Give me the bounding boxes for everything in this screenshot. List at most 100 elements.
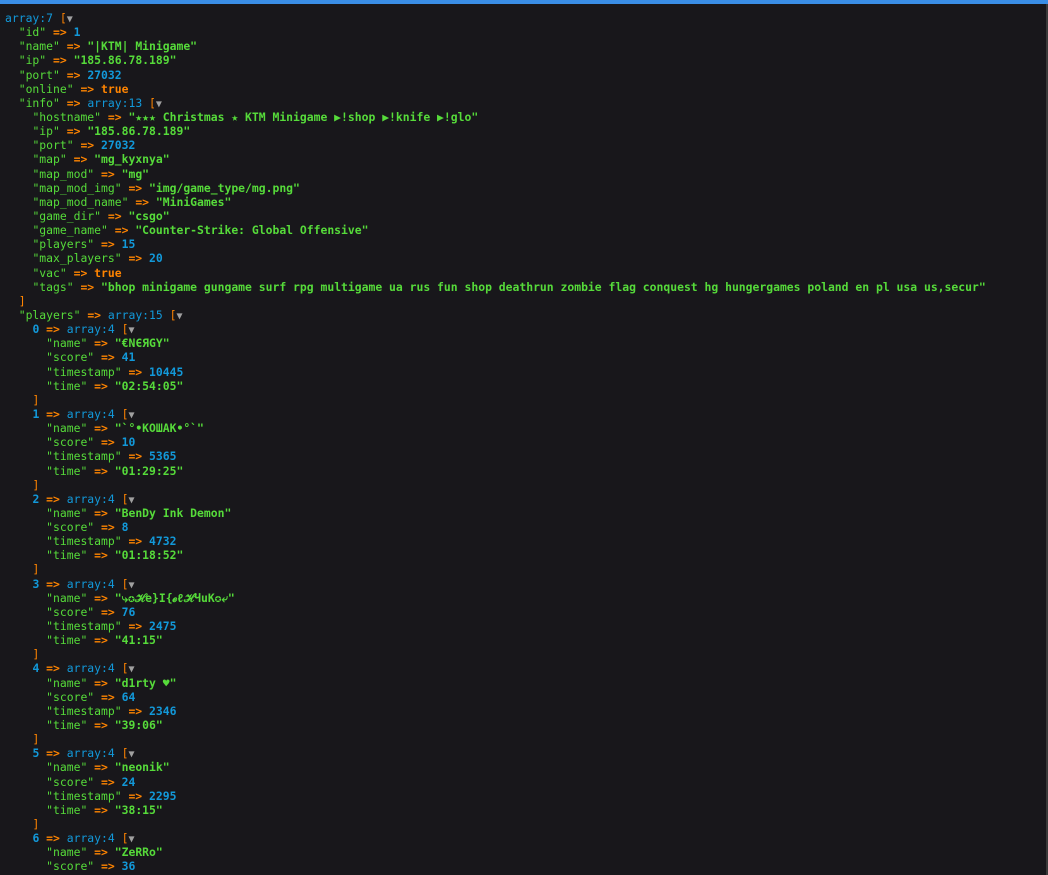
dump-key: "time" bbox=[46, 718, 88, 733]
collapse-toggle-icon[interactable]: ▼ bbox=[128, 749, 134, 760]
dump-key: "time" bbox=[46, 378, 88, 393]
array-type-label: array:15 bbox=[107, 307, 163, 322]
dump-value: 76 bbox=[121, 604, 136, 619]
player-field: "score" => 8 bbox=[5, 520, 1043, 534]
dump-arrow: => bbox=[94, 845, 108, 860]
dump-arrow: => bbox=[94, 463, 108, 478]
player-field: "name" => "€NЄЯGY" bbox=[5, 336, 1043, 350]
dump-key: "timestamp" bbox=[46, 534, 122, 549]
dump-key: "players" bbox=[18, 307, 81, 322]
dump-arrow: => bbox=[101, 350, 115, 365]
dump-row: "ip" => "185.86.78.189" bbox=[5, 124, 1043, 138]
dump-value: 4732 bbox=[149, 534, 177, 549]
dump-row: "game_dir" => "csgo" bbox=[5, 209, 1043, 223]
dump-value: "img/game_type/mg.png" bbox=[149, 180, 300, 195]
dump-key: "name" bbox=[46, 336, 88, 351]
dump-key: "map_mod" bbox=[32, 166, 95, 181]
collapse-toggle-icon[interactable]: ▼ bbox=[128, 325, 134, 336]
dump-key: "score" bbox=[46, 604, 95, 619]
dump-value: 64 bbox=[121, 689, 136, 704]
dump-arrow: => bbox=[73, 265, 88, 280]
close-bracket: ] bbox=[18, 293, 26, 308]
close-bracket: ] bbox=[32, 647, 40, 662]
close-bracket-line: ] bbox=[5, 732, 1043, 746]
dump-key: "map" bbox=[32, 152, 67, 167]
dump-key: "name" bbox=[46, 675, 88, 690]
dump-row: "name" => "|KTM| Minigame" bbox=[5, 39, 1043, 53]
player-field: "score" => 64 bbox=[5, 690, 1043, 704]
dump-arrow: => bbox=[80, 279, 95, 294]
open-bracket: [ bbox=[149, 95, 156, 110]
dump-row: "max_players" => 20 bbox=[5, 251, 1043, 265]
dump-row: "hostname" => "★★★ Christmas ★ KTM Minig… bbox=[5, 110, 1043, 124]
dump-row: "map_mod" => "mg" bbox=[5, 167, 1043, 181]
collapse-toggle-icon[interactable]: ▼ bbox=[128, 495, 134, 506]
dump-arrow: => bbox=[66, 39, 81, 54]
dump-arrow: => bbox=[46, 746, 60, 761]
dump-key: "name" bbox=[18, 39, 60, 54]
array-type-label: array:4 bbox=[66, 406, 115, 421]
player-entry: 3 => array:4 [▼ bbox=[5, 577, 1043, 591]
collapse-toggle-icon[interactable]: ▼ bbox=[67, 14, 73, 25]
dump-value: "38:15" bbox=[114, 802, 163, 817]
dump-arrow: => bbox=[107, 208, 122, 223]
dump-arrow: => bbox=[94, 505, 108, 520]
player-field: "timestamp" => 2475 bbox=[5, 619, 1043, 633]
dump-key: "timestamp" bbox=[46, 788, 122, 803]
var-dump-tree: array:7 [▼ "id" => 1 "name" => "|KTM| Mi… bbox=[5, 11, 1043, 874]
dump-value: "ZeRRo" bbox=[114, 845, 163, 860]
dump-key: "hostname" bbox=[32, 109, 102, 124]
dump-value: 41 bbox=[121, 350, 136, 365]
dump-arrow: => bbox=[101, 520, 115, 535]
dump-key: "score" bbox=[46, 350, 95, 365]
dump-value: "★★★ Christmas ★ KTM Minigame ▶!shop ▶!k… bbox=[128, 109, 479, 124]
dump-key: "ip" bbox=[32, 124, 60, 139]
dump-key: "name" bbox=[46, 505, 88, 520]
dump-arrow: => bbox=[114, 223, 129, 238]
dump-key: "score" bbox=[46, 859, 95, 874]
player-entry: 5 => array:4 [▼ bbox=[5, 746, 1043, 760]
dump-arrow: => bbox=[66, 95, 81, 110]
close-bracket-line: ] bbox=[5, 817, 1043, 831]
collapse-toggle-icon[interactable]: ▼ bbox=[128, 664, 134, 675]
dump-row: "game_name" => "Counter-Strike: Global O… bbox=[5, 223, 1043, 237]
collapse-toggle-icon[interactable]: ▼ bbox=[156, 99, 162, 110]
dump-key: "timestamp" bbox=[46, 703, 122, 718]
array-type-label: array:4 bbox=[66, 576, 115, 591]
dump-value: "⤷✪ℋe}I{ℯℓℋЧuК✪⤶" bbox=[114, 590, 235, 605]
close-bracket-line: ] bbox=[5, 294, 1043, 308]
dump-arrow: => bbox=[94, 760, 108, 775]
dump-arrow: => bbox=[46, 661, 60, 676]
player-index: 0 bbox=[32, 322, 40, 337]
dump-arrow: => bbox=[46, 831, 60, 846]
array-type-label: array:13 bbox=[87, 95, 143, 110]
collapse-toggle-icon[interactable]: ▼ bbox=[128, 410, 134, 421]
dump-value: 15 bbox=[121, 237, 136, 252]
dump-arrow: => bbox=[101, 859, 115, 874]
dump-arrow: => bbox=[107, 109, 122, 124]
player-index: 1 bbox=[32, 406, 40, 421]
player-field: "timestamp" => 4732 bbox=[5, 534, 1043, 548]
dump-value: "mg" bbox=[121, 166, 150, 181]
dump-key: "time" bbox=[46, 548, 88, 563]
dump-row: "map_mod_img" => "img/game_type/mg.png" bbox=[5, 181, 1043, 195]
player-index: 5 bbox=[32, 746, 40, 761]
dump-arrow: => bbox=[80, 81, 95, 96]
dump-arrow: => bbox=[94, 590, 108, 605]
collapse-toggle-icon[interactable]: ▼ bbox=[128, 834, 134, 845]
player-field: "time" => "41:15" bbox=[5, 633, 1043, 647]
dump-arrow: => bbox=[66, 124, 81, 139]
dump-key: "name" bbox=[46, 590, 88, 605]
root-array: array:7 [▼ bbox=[5, 11, 1043, 25]
close-bracket: ] bbox=[32, 817, 40, 832]
dump-arrow: => bbox=[94, 718, 108, 733]
dump-key: "online" bbox=[18, 81, 74, 96]
player-field: "name" => "ZeRRo" bbox=[5, 845, 1043, 859]
player-index: 4 bbox=[32, 661, 40, 676]
collapse-toggle-icon[interactable]: ▼ bbox=[176, 311, 182, 322]
dump-value: 2346 bbox=[149, 703, 177, 718]
dump-arrow: => bbox=[101, 604, 115, 619]
collapse-toggle-icon[interactable]: ▼ bbox=[128, 580, 134, 591]
dump-value: 5365 bbox=[149, 449, 177, 464]
player-field: "time" => "39:06" bbox=[5, 718, 1043, 732]
